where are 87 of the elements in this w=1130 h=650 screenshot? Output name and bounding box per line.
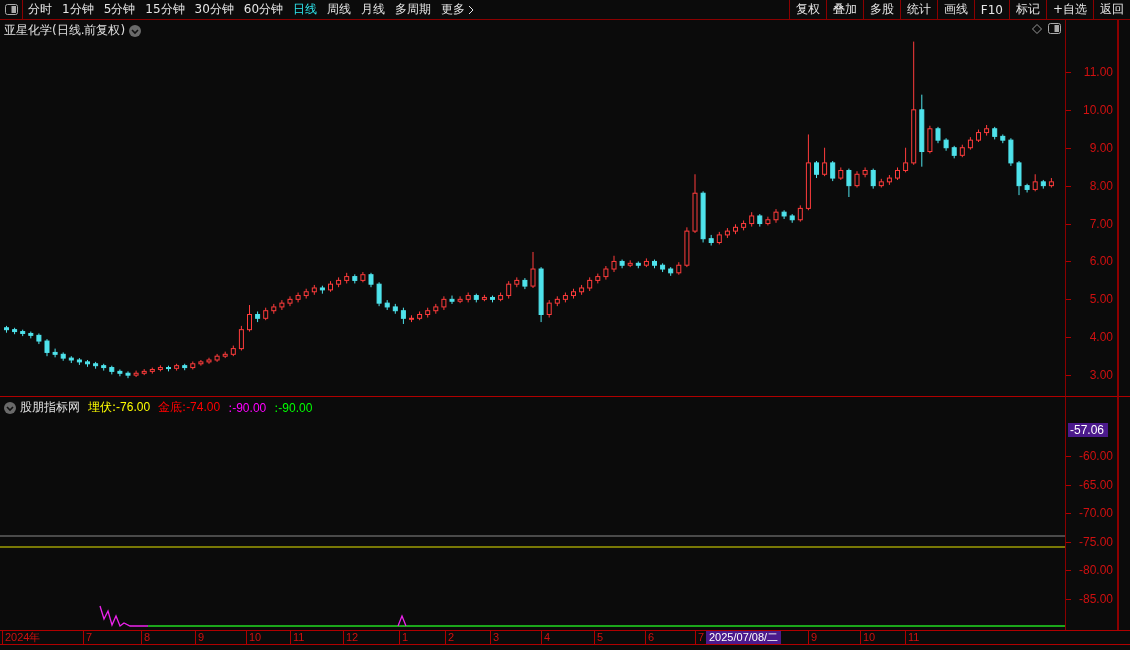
indicator-value: :-90.00 [274,400,313,415]
toolbar-button[interactable]: +自选 [1045,0,1093,19]
period-tab[interactable]: 1分钟 [57,0,99,19]
axis-label: 5.00 [1089,292,1113,307]
indicator-value: 埋伏:-76.00 [88,399,151,416]
cursor-date-tag: 2025/07/08/二 [706,631,782,644]
date-label: 10 [860,631,876,644]
candlestick [457,295,463,304]
panel-toggle-icon[interactable] [4,4,18,15]
date-label: 4 [541,631,551,644]
period-tab[interactable]: 周线 [322,0,357,19]
period-tab[interactable]: 60分钟 [238,0,289,19]
date-label: 7 [83,631,93,644]
candlestick [1008,137,1014,167]
axis-label: 8.00 [1089,178,1113,193]
candlestick [927,125,933,154]
toolbar-button[interactable]: 画线 [936,0,974,19]
chevron-right-icon [468,4,475,15]
period-tab[interactable]: 月线 [356,0,391,19]
date-label: 5 [594,631,604,644]
candlestick [287,295,293,307]
indicator-value: :-90.00 [228,400,267,415]
candlestick [530,251,536,289]
candlestick [862,166,868,178]
axis-label: 6.00 [1089,254,1113,269]
date-label: 1 [399,631,409,644]
axis-label: 3.00 [1089,368,1113,383]
period-tab[interactable]: 15分钟 [140,0,190,19]
axis-label: 11.00 [1083,64,1113,79]
axis-label: -65.00 [1078,477,1113,492]
panel-toggle-icon[interactable] [1048,23,1061,34]
candlestick [870,168,876,190]
date-label: 10 [246,631,262,644]
candlestick [52,348,58,358]
axis-label: -80.00 [1078,563,1113,578]
toolbar-button[interactable]: 多股 [862,0,900,19]
axis-label: -60.00 [1078,449,1113,463]
date-label: 3 [490,631,500,644]
date-label: 12 [343,631,359,644]
toolbar-button[interactable]: F10 [973,0,1009,19]
candlestick [903,147,909,173]
date-label: 11 [905,631,920,644]
more-button[interactable]: 更多 [436,0,480,19]
date-label: 8 [141,631,151,644]
current-value-tag: -57.06 [1068,423,1109,437]
date-label: 2 [445,631,455,644]
candlestick [198,359,204,367]
candlestick [822,147,828,177]
date-label: 6 [645,631,655,644]
period-tab[interactable]: 30分钟 [189,0,239,19]
toolbar-button[interactable]: 统计 [899,0,937,19]
axis-label: -70.00 [1078,506,1113,521]
candlestick [238,325,244,352]
candlestick [449,295,455,305]
toolbar-button[interactable]: 返回 [1093,0,1130,19]
axis-label: 4.00 [1089,330,1113,345]
axis-label: -75.00 [1078,534,1113,549]
indicator-name: 股朋指标网 [20,399,80,416]
date-label: 7 [695,631,705,644]
diamond-icon[interactable] [1032,23,1042,34]
period-tab[interactable]: 多周期 [390,0,437,19]
period-tab[interactable]: 日线 [288,0,323,19]
date-label: 11 [290,631,305,644]
candlestick [376,281,382,307]
candlestick [247,304,252,333]
candlestick [125,370,131,379]
candlestick [1016,160,1022,196]
dropdown-icon[interactable] [129,24,142,37]
candlestick [846,168,852,198]
period-tab[interactable]: 5分钟 [98,0,141,19]
axis-label: 7.00 [1089,216,1113,231]
axis-label: -85.00 [1078,592,1113,606]
date-label: 9 [808,631,818,644]
candlestick [133,370,139,378]
toolbar-button[interactable]: 复权 [788,0,826,19]
axis-label: 10.00 [1082,102,1113,117]
period-tab[interactable]: 分时 [23,0,57,19]
axis-label: 9.00 [1089,140,1113,155]
toolbar-button[interactable]: 叠加 [825,0,863,19]
indicator-value: 金底:-74.00 [158,399,221,416]
date-label: 2024年 [2,631,41,644]
date-label: 9 [195,631,205,644]
toolbar-button[interactable]: 标记 [1008,0,1046,19]
chart-title: 亚星化学(日线.前复权) [4,22,126,39]
candlestick [830,160,836,182]
dropdown-icon[interactable] [4,401,16,414]
candlestick [117,368,123,377]
